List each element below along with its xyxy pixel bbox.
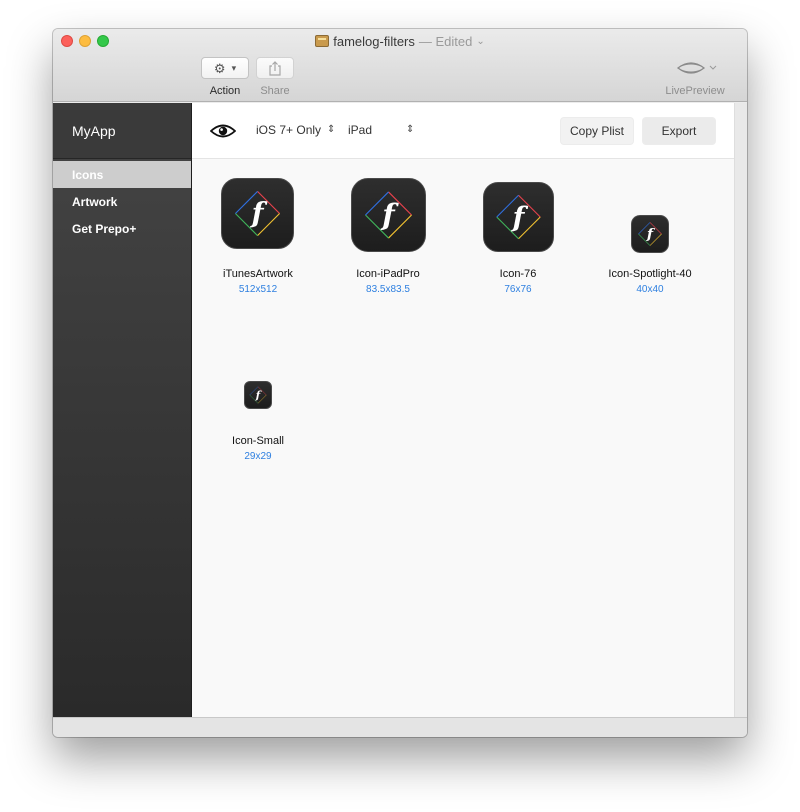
action-label: Action — [209, 85, 241, 97]
ios-version-select[interactable]: iOS 7+ Only ⇕ — [256, 123, 335, 137]
sidebar: MyApp Icons Artwork Get Prepo+ — [53, 103, 192, 717]
action-button[interactable]: ⚙ ▾ — [201, 57, 249, 79]
updown-chevron-icon: ⇕ — [406, 124, 415, 135]
share-label: Share — [260, 85, 290, 97]
sidebar-item-icons[interactable]: Icons — [53, 161, 191, 188]
sidebar-app-name[interactable]: MyApp — [53, 103, 191, 159]
device-value: iPad — [348, 123, 373, 137]
icon-tile[interactable]: f iTunesArtwork 512x512 — [203, 178, 313, 338]
gear-icon: ⚙ — [213, 60, 226, 76]
icon-glyph: f — [380, 197, 399, 231]
vertical-scrollbar[interactable] — [734, 103, 747, 717]
famelog-logo-icon: f — [235, 191, 280, 236]
icon-size: 29x29 — [244, 451, 272, 462]
livepreview-button[interactable] — [676, 59, 720, 77]
icon-tile[interactable]: f Icon-iPadPro 83.5x83.5 — [333, 178, 443, 338]
icon-size: 512x512 — [238, 284, 278, 295]
content-toolbar: iOS 7+ Only ⇕ iPad ⇕ Copy Plist Export — [192, 103, 734, 159]
famelog-logo-icon: f — [365, 191, 412, 239]
icon-tile[interactable]: f Icon-Spotlight-40 40x40 — [595, 178, 705, 338]
icon-glyph: f — [646, 226, 656, 243]
updown-chevron-icon: ⇕ — [327, 124, 336, 135]
icon-glyph: f — [255, 389, 262, 401]
icon-name: Icon-Spotlight-40 — [608, 268, 692, 280]
icon-size: 76x76 — [504, 284, 532, 295]
icon-glyph: f — [511, 201, 529, 233]
bottom-bar — [53, 717, 747, 737]
title-bar: famelog-filters — Edited ⌄ ⚙ ▾ Action Sh… — [53, 29, 747, 102]
app-window: famelog-filters — Edited ⌄ ⚙ ▾ Action Sh… — [53, 29, 747, 737]
app-icon-preview: f — [631, 215, 669, 253]
share-button[interactable] — [256, 57, 294, 79]
export-button[interactable]: Export — [642, 117, 716, 145]
sidebar-item-get-prepo[interactable]: Get Prepo+ — [53, 215, 191, 242]
chevron-down-icon: ▾ — [231, 62, 237, 73]
icon-name: iTunesArtwork — [223, 268, 293, 280]
eye-icon — [209, 124, 237, 138]
icon-glyph: f — [250, 196, 268, 229]
famelog-logo-icon: f — [638, 222, 662, 246]
app-icon-preview: f — [351, 178, 426, 252]
document-icon — [315, 35, 330, 47]
app-icon-preview: f — [483, 182, 554, 252]
ios-version-value: iOS 7+ Only — [256, 123, 322, 137]
device-select[interactable]: iPad ⇕ — [348, 123, 414, 137]
icon-size: 83.5x83.5 — [366, 284, 410, 295]
preview-toggle-button[interactable] — [209, 122, 237, 140]
edited-status: — Edited — [418, 33, 473, 49]
window-title[interactable]: famelog-filters — Edited ⌄ — [53, 32, 747, 50]
icon-tile[interactable]: f Icon-Small 29x29 — [203, 345, 313, 505]
icon-name: Icon-Small — [232, 435, 284, 447]
famelog-logo-icon: f — [496, 194, 541, 240]
famelog-logo-icon: f — [249, 386, 267, 404]
window-title-text: famelog-filters — [333, 33, 415, 49]
livepreview-label: LivePreview — [665, 85, 725, 97]
main-content: iOS 7+ Only ⇕ iPad ⇕ Copy Plist Export f… — [192, 103, 734, 717]
icon-name: Icon-76 — [499, 268, 537, 280]
app-icon-preview: f — [244, 381, 272, 409]
copy-plist-button[interactable]: Copy Plist — [560, 117, 634, 145]
icon-size: 40x40 — [636, 284, 664, 295]
icon-tile[interactable]: f Icon-76 76x76 — [463, 178, 573, 338]
sidebar-item-artwork[interactable]: Artwork — [53, 188, 191, 215]
chevron-down-icon: ⌄ — [476, 35, 485, 47]
icon-name: Icon-iPadPro — [356, 268, 420, 280]
eye-icon — [676, 62, 717, 74]
share-icon — [269, 60, 281, 76]
app-icon-preview: f — [221, 178, 294, 249]
